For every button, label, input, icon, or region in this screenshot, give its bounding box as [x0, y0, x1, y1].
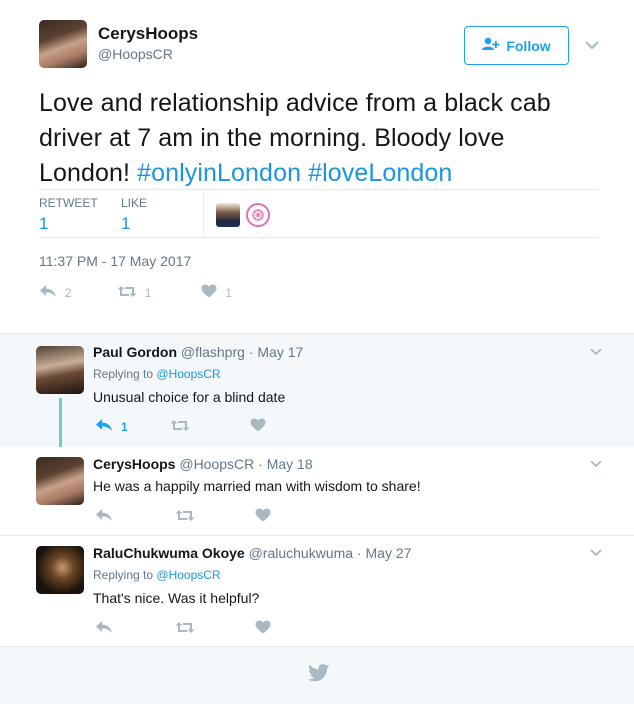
- reply-action[interactable]: 2: [39, 284, 72, 301]
- retweet-stat[interactable]: RETWEET 1: [39, 196, 98, 234]
- reply-icon: [39, 284, 57, 301]
- retweet-action[interactable]: [170, 419, 190, 435]
- retweet-icon: [175, 509, 195, 525]
- retweet-action[interactable]: [175, 621, 195, 637]
- author-handle[interactable]: @HoopsCR: [98, 46, 173, 62]
- main-tweet: CerysHoops @HoopsCR Follow Love and rela…: [0, 0, 634, 334]
- reply-author-handle[interactable]: @raluchukwuma: [249, 545, 353, 561]
- retweet-icon: [117, 285, 137, 301]
- reply-date[interactable]: · May 18: [258, 456, 312, 472]
- like-icon: [255, 620, 271, 637]
- chevron-down-icon[interactable]: [590, 348, 602, 356]
- like-icon: [201, 284, 217, 301]
- reply-icon: [95, 418, 113, 435]
- follow-button[interactable]: Follow: [464, 26, 569, 65]
- retweet-icon: [175, 621, 195, 637]
- like-icon: [255, 508, 271, 525]
- reply-avatar[interactable]: [36, 457, 84, 505]
- like-action[interactable]: 1: [201, 284, 232, 301]
- chevron-down-icon[interactable]: [590, 549, 602, 557]
- divider: [0, 646, 634, 647]
- like-action[interactable]: [250, 418, 266, 435]
- reply-actions: 1: [95, 418, 266, 435]
- retweet-stat-value: 1: [39, 214, 49, 233]
- reply-action[interactable]: 1: [95, 418, 128, 435]
- replying-to: Replying to @HoopsCR: [93, 568, 221, 582]
- reply-item[interactable]: RaluChukwuma Okoye @raluchukwuma · May 2…: [0, 536, 634, 646]
- reply-header: RaluChukwuma Okoye @raluchukwuma · May 2…: [93, 545, 411, 561]
- tweet-text: Love and relationship advice from a blac…: [39, 86, 599, 191]
- hashtag-link[interactable]: #loveLondon: [308, 159, 452, 187]
- mention-link[interactable]: @HoopsCR: [156, 568, 220, 582]
- retweet-stat-label: RETWEET: [39, 196, 98, 210]
- replying-to: Replying to @HoopsCR: [93, 367, 221, 381]
- liker-avatar[interactable]: [246, 203, 270, 227]
- reply-actions: [95, 508, 271, 525]
- reply-actions: [95, 620, 271, 637]
- like-action[interactable]: [255, 508, 271, 525]
- reply-date[interactable]: · May 17: [249, 344, 303, 360]
- reply-icon: [95, 620, 113, 637]
- chevron-down-icon[interactable]: [585, 41, 599, 50]
- liker-avatar[interactable]: [216, 203, 240, 227]
- retweet-action[interactable]: [175, 509, 195, 525]
- reply-item[interactable]: CerysHoops @HoopsCR · May 18 He was a ha…: [0, 447, 634, 535]
- reply-author-name[interactable]: RaluChukwuma Okoye: [93, 545, 245, 561]
- follow-label: Follow: [506, 37, 551, 54]
- reply-action[interactable]: [95, 620, 113, 637]
- thread-connector: [59, 398, 62, 454]
- replying-to-prefix: Replying to: [93, 568, 154, 582]
- like-stat-value: 1: [121, 214, 131, 233]
- tweet-timestamp[interactable]: 11:37 PM - 17 May 2017: [39, 253, 191, 269]
- reply-icon: [95, 508, 113, 525]
- reply-action[interactable]: [95, 508, 113, 525]
- author-avatar[interactable]: [39, 20, 87, 68]
- divider: [39, 237, 599, 238]
- reply-text: Unusual choice for a blind date: [93, 389, 286, 405]
- reply-count: 1: [121, 419, 128, 434]
- hashtag-link[interactable]: #onlyinLondon: [137, 159, 301, 187]
- reply-count: 2: [65, 285, 72, 300]
- mention-link[interactable]: @HoopsCR: [156, 367, 220, 381]
- reply-header: CerysHoops @HoopsCR · May 18: [93, 456, 313, 472]
- chevron-down-icon[interactable]: [590, 460, 602, 468]
- like-stat[interactable]: LIKE 1: [121, 196, 147, 234]
- reply-avatar[interactable]: [36, 546, 84, 594]
- stat-separator: [203, 192, 204, 237]
- like-icon: [250, 418, 266, 435]
- reply-item[interactable]: Paul Gordon @flashprg · May 17 Replying …: [0, 334, 634, 447]
- reply-author-name[interactable]: Paul Gordon: [93, 344, 177, 360]
- follow-icon: [482, 37, 500, 54]
- retweet-action[interactable]: 1: [117, 285, 152, 301]
- reply-author-handle[interactable]: @HoopsCR: [179, 456, 254, 472]
- divider: [39, 189, 599, 190]
- reply-date[interactable]: · May 27: [357, 545, 411, 561]
- tweet-actions: 2 1 1: [39, 284, 232, 301]
- like-count: 1: [225, 285, 233, 300]
- reply-header: Paul Gordon @flashprg · May 17: [93, 344, 303, 360]
- twitter-bird-icon[interactable]: [308, 664, 330, 687]
- replying-to-prefix: Replying to: [93, 367, 154, 381]
- reply-author-handle[interactable]: @flashprg: [181, 344, 245, 360]
- reply-author-name[interactable]: CerysHoops: [93, 456, 175, 472]
- reply-avatar[interactable]: [36, 346, 84, 394]
- reply-text: That's nice. Was it helpful?: [93, 590, 260, 606]
- reply-text: He was a happily married man with wisdom…: [93, 478, 421, 494]
- author-display-name[interactable]: CerysHoops: [98, 24, 198, 44]
- retweet-count: 1: [144, 285, 152, 300]
- retweet-icon: [170, 419, 190, 435]
- like-stat-label: LIKE: [121, 196, 148, 210]
- like-action[interactable]: [255, 620, 271, 637]
